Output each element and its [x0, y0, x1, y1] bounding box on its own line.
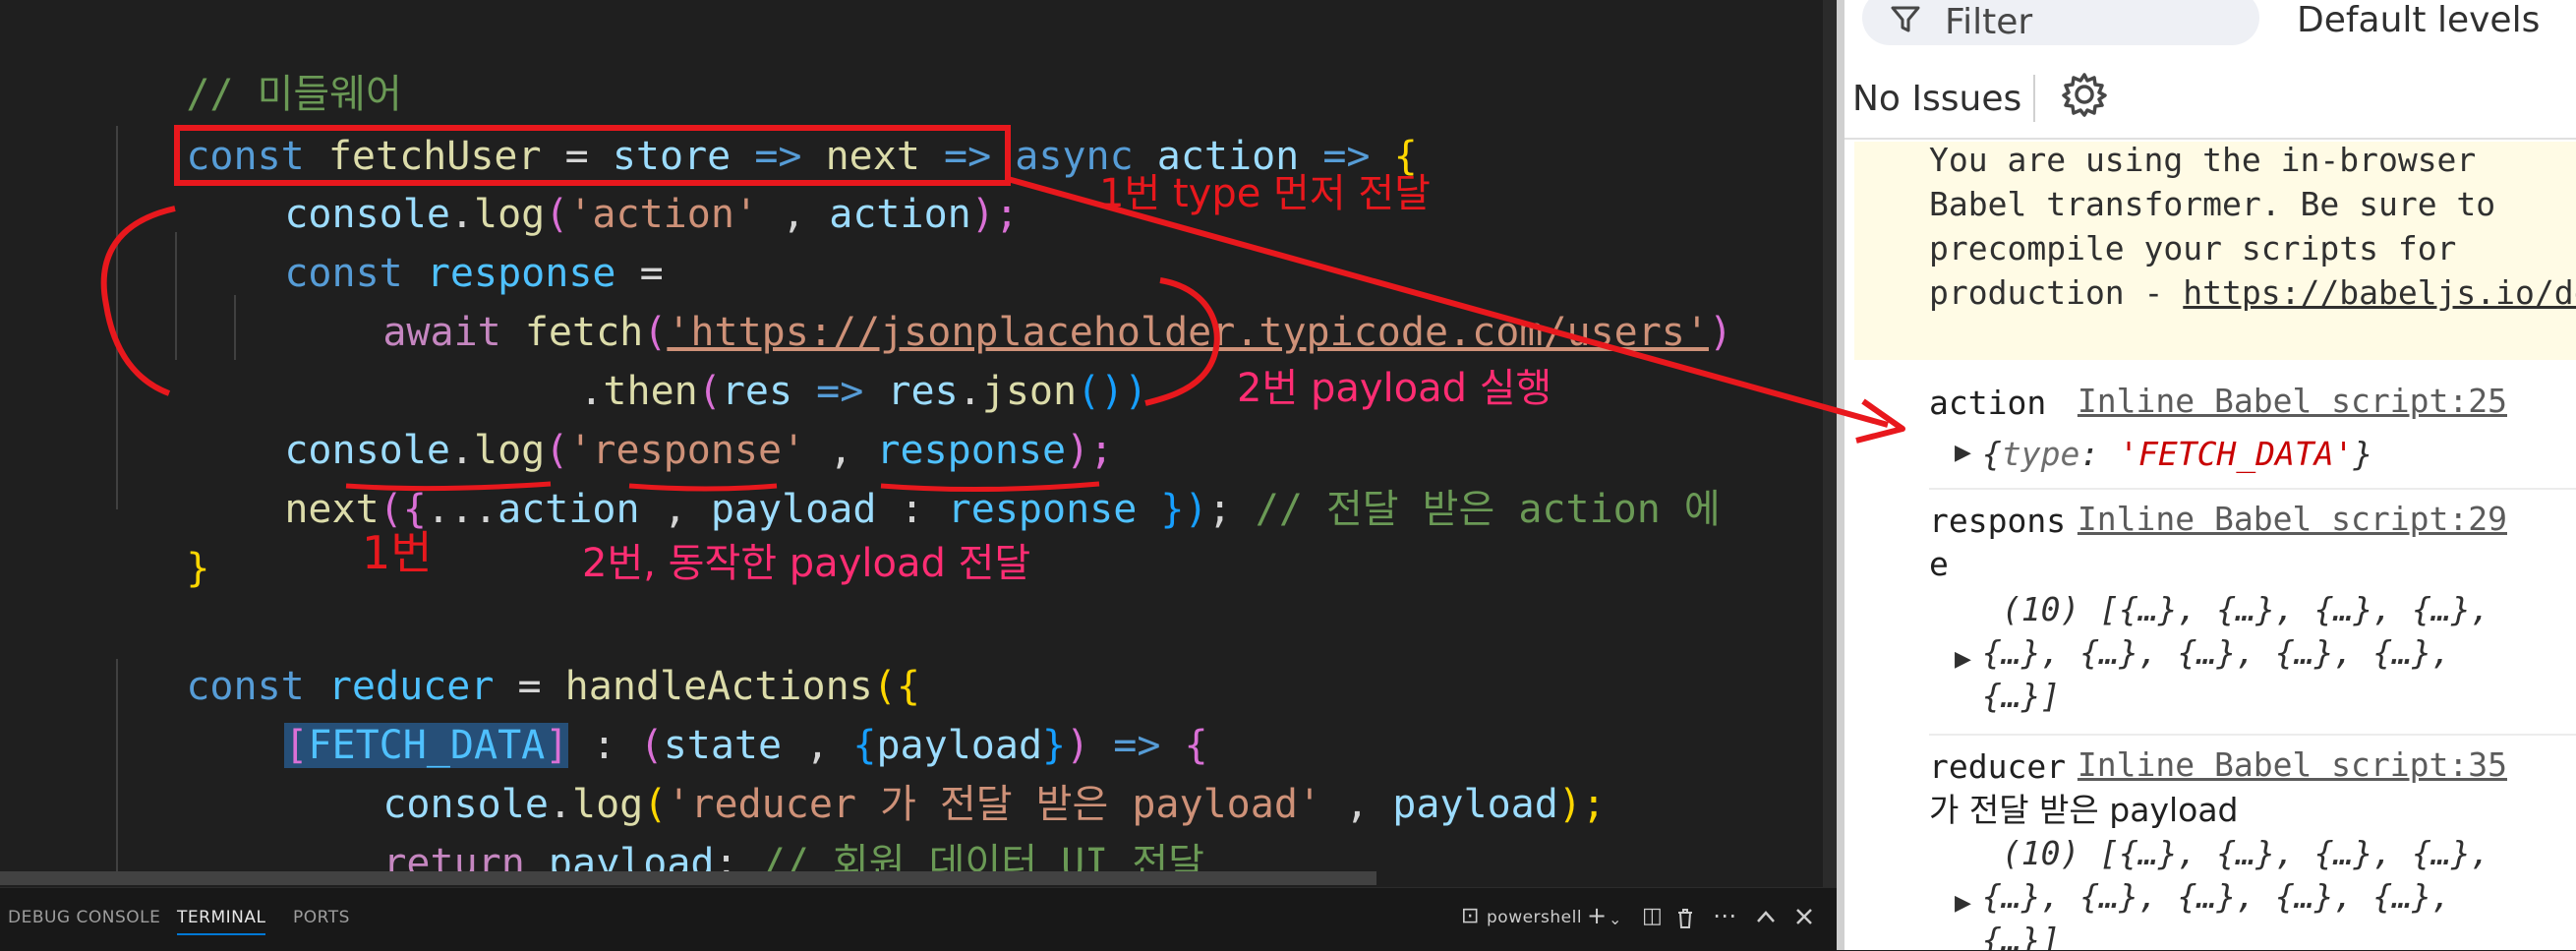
underline-stroke	[345, 481, 552, 492]
annotation-overlay	[100, 125, 1905, 493]
highlight-box	[174, 125, 1011, 186]
curve-stroke	[1144, 277, 1220, 406]
arrow-line	[1007, 176, 1889, 428]
bracket-stroke	[100, 206, 176, 396]
underline-stroke	[628, 483, 778, 492]
underline-stroke	[880, 481, 1100, 493]
